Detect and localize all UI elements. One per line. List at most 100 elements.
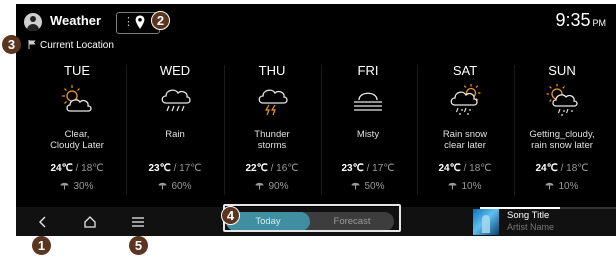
precip-value: 30% — [73, 181, 94, 192]
precipitation: 10% — [417, 181, 513, 192]
precip-value: 10% — [558, 181, 579, 192]
temp-separator: / — [270, 163, 274, 174]
precipitation: 90% — [224, 181, 320, 192]
description-line-1: Clear, — [64, 129, 90, 140]
description-line-1: Rain snow — [442, 129, 488, 140]
album-figure — [482, 215, 490, 233]
umbrella-icon — [545, 182, 554, 190]
day-name: SAT — [452, 63, 478, 78]
day-card: SAT Rain snow clear later 24℃ / 18℃ 10% — [417, 59, 515, 207]
description-line-1: Getting_cloudy, — [529, 129, 595, 140]
callout-back: 1 — [32, 236, 51, 255]
day-card: TUE Clear, Cloudy Later 24℃ / 18℃ 30% — [29, 59, 127, 207]
weather-description: Rain — [127, 129, 223, 140]
precipitation: 60% — [127, 181, 223, 192]
high-temp: 22℃ — [245, 163, 268, 174]
current-location-label: Current Location — [40, 40, 114, 51]
home-icon[interactable] — [81, 213, 99, 231]
forecast-days: TUE Clear, Cloudy Later 24℃ / 18℃ 30% WE… — [16, 59, 616, 207]
callout-current-location: 3 — [2, 35, 21, 54]
weather-screen: Weather ⋮ 9:35 PM Current Location TUE C… — [16, 4, 616, 236]
description-line-2: rain snow later — [531, 140, 593, 151]
day-card: WED Rain 23℃ / 17℃ 60% — [127, 59, 225, 207]
sun-cloud-icon — [62, 85, 92, 112]
temp-separator: / — [463, 163, 467, 174]
avatar-body — [27, 24, 39, 31]
low-temp: 17℃ — [179, 163, 202, 174]
description-line-2: clear later — [444, 140, 486, 151]
description-line-1: Thunder — [254, 129, 290, 140]
current-location[interactable]: Current Location — [28, 40, 114, 51]
precip-value: 50% — [364, 181, 385, 192]
high-temp: 24℃ — [50, 163, 73, 174]
album-art[interactable] — [473, 209, 499, 235]
low-temp: 18℃ — [81, 163, 104, 174]
low-temp: 18℃ — [566, 163, 589, 174]
umbrella-icon — [255, 182, 264, 190]
umbrella-icon — [158, 182, 167, 190]
high-temp: 24℃ — [438, 163, 461, 174]
more-dots-icon: ⋮ — [123, 16, 134, 28]
precipitation: 30% — [29, 181, 125, 192]
flag-icon — [28, 40, 36, 49]
umbrella-icon — [60, 182, 69, 190]
precip-value: 60% — [171, 181, 192, 192]
temp-separator: / — [366, 163, 370, 174]
song-title[interactable]: Song Title — [507, 210, 549, 221]
low-temp: 18℃ — [469, 163, 492, 174]
clock-time: 9:35 — [555, 10, 591, 30]
callout-location-button: 2 — [151, 11, 170, 30]
temperature-range: 23℃ / 17℃ — [127, 163, 223, 174]
weather-description: Clear, Cloudy Later — [29, 129, 125, 151]
weather-description: Thunder storms — [224, 129, 320, 151]
day-name: WED — [159, 63, 191, 78]
back-icon[interactable] — [34, 213, 52, 231]
precip-value: 10% — [461, 181, 482, 192]
description-line-1: Rain — [165, 129, 185, 140]
artist-name: Artist Name — [507, 222, 555, 232]
description-line-2: storms — [257, 140, 287, 151]
weather-description: Getting_cloudy, rain snow later — [514, 129, 610, 151]
clock-ampm: PM — [592, 18, 607, 28]
temp-separator: / — [75, 163, 79, 174]
media-progress — [480, 207, 616, 209]
weather-description: Misty — [320, 129, 416, 140]
high-temp: 23℃ — [341, 163, 364, 174]
day-name: THU — [258, 63, 286, 78]
umbrella-icon — [351, 182, 360, 190]
app-title: Weather — [50, 13, 102, 28]
low-temp: 17℃ — [372, 163, 395, 174]
rain-icon — [161, 89, 191, 112]
thunderstorm-icon — [258, 89, 288, 116]
clock: 9:35 PM — [555, 10, 606, 31]
profile-avatar[interactable] — [24, 13, 42, 31]
precipitation: 10% — [514, 181, 610, 192]
menu-icon[interactable] — [129, 213, 147, 231]
day-card: FRI Misty 23℃ / 17℃ 50% — [320, 59, 418, 207]
temperature-range: 24℃ / 18℃ — [417, 163, 513, 174]
high-temp: 23℃ — [148, 163, 171, 174]
temperature-range: 24℃ / 18℃ — [514, 163, 610, 174]
high-temp: 24℃ — [535, 163, 558, 174]
day-card: SUN Getting_cloudy, rain snow later 24℃ … — [514, 59, 610, 207]
precip-value: 90% — [268, 181, 289, 192]
temp-separator: / — [560, 163, 564, 174]
description-line-2: Cloudy Later — [50, 140, 104, 151]
temperature-range: 23℃ / 17℃ — [320, 163, 416, 174]
temperature-range: 22℃ / 16℃ — [224, 163, 320, 174]
weather-description: Rain snow clear later — [417, 129, 513, 151]
toggle-highlight-frame — [223, 204, 401, 232]
description-line-1: Misty — [356, 129, 380, 140]
precipitation: 50% — [320, 181, 416, 192]
top-bar: Weather ⋮ 9:35 PM — [16, 4, 616, 38]
day-card: THU Thunder storms 22℃ / 16℃ 90% — [224, 59, 322, 207]
temp-separator: / — [173, 163, 177, 174]
day-name: FRI — [357, 63, 379, 78]
day-name: SUN — [548, 63, 576, 78]
callout-view-toggle: 4 — [221, 206, 240, 225]
day-name: TUE — [64, 63, 90, 78]
callout-menu: 5 — [129, 236, 148, 255]
avatar-head — [30, 16, 36, 22]
sun-rain-snow-icon — [450, 84, 481, 115]
low-temp: 16℃ — [276, 163, 299, 174]
